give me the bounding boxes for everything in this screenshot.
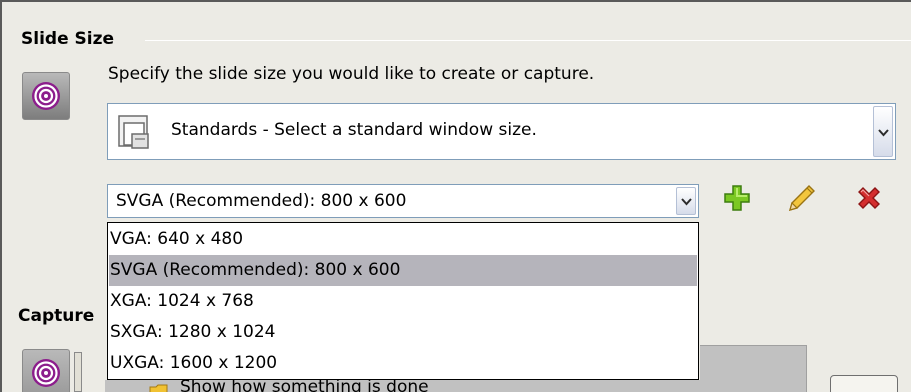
pencil-icon [786,182,818,219]
capture-icon-side [74,352,82,392]
capture-section-title: Capture [18,306,95,326]
capture-side-button[interactable] [830,375,898,392]
window-frame-left [0,0,2,392]
size-option-xga[interactable]: XGA: 1024 x 768 [109,286,697,317]
add-size-button[interactable] [720,183,754,217]
x-icon [855,184,883,217]
slide-size-options-list[interactable]: VGA: 640 x 480 SVGA (Recommended): 800 x… [107,222,699,380]
folder-icon [149,381,169,392]
slide-size-instruction: Specify the slide size you would like to… [108,64,595,84]
plus-icon [723,184,751,217]
capture-options-panel-right [700,345,807,392]
window-frame-top [0,0,911,2]
slide-size-dropdown-button[interactable] [676,187,696,215]
size-option-sxga[interactable]: SXGA: 1280 x 1024 [109,317,697,348]
window-size-icon [118,115,150,149]
chevron-down-icon [680,191,692,211]
size-option-uxga[interactable]: UXGA: 1600 x 1200 [109,348,697,379]
slide-size-section-title: Slide Size [21,29,115,49]
capture-icon [22,349,70,392]
slide-size-dropdown[interactable]: SVGA (Recommended): 800 x 600 [107,184,699,218]
delete-size-button[interactable] [852,183,886,217]
slide-size-icon [22,72,70,120]
slide-size-value: SVGA (Recommended): 800 x 600 [116,191,407,211]
size-mode-value: Standards - Select a standard window siz… [171,120,537,140]
section-divider [145,40,911,41]
edit-size-button[interactable] [785,183,819,217]
chevron-down-icon [877,122,889,142]
size-option-vga[interactable]: VGA: 640 x 480 [109,224,697,255]
size-mode-dropdown[interactable]: Standards - Select a standard window siz… [107,103,896,160]
size-mode-dropdown-button[interactable] [873,106,893,157]
size-option-svga[interactable]: SVGA (Recommended): 800 x 600 [109,255,697,286]
